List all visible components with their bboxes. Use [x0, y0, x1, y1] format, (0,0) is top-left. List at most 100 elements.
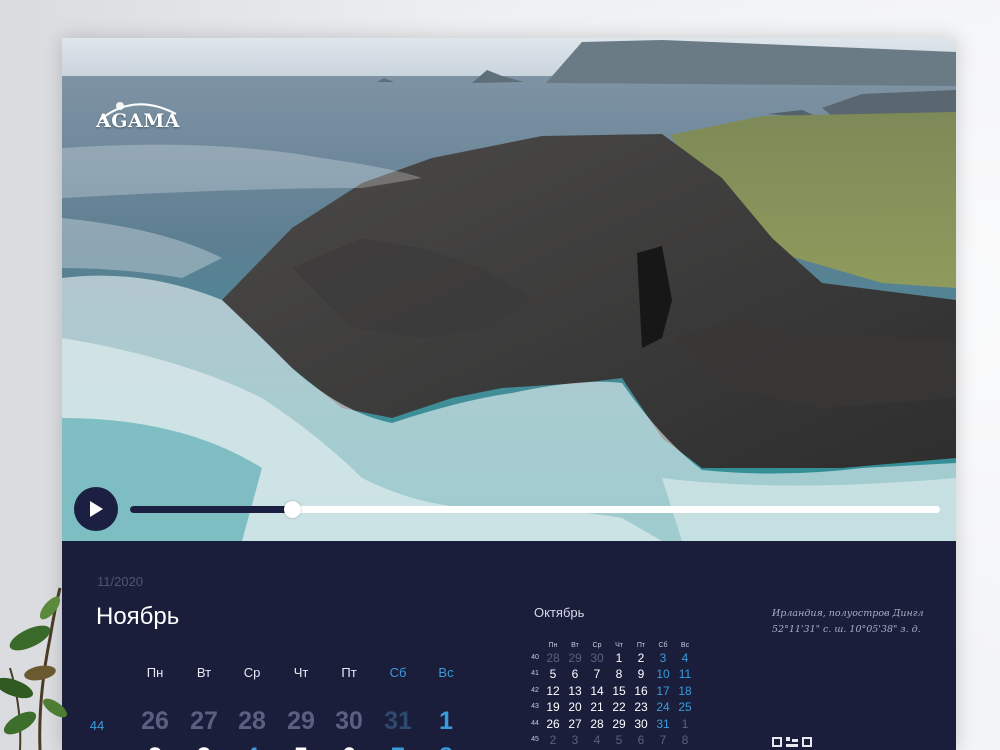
play-button[interactable]	[74, 487, 118, 531]
mini-weekday-label: Вс	[680, 642, 690, 649]
plant-decoration	[0, 587, 67, 750]
weekday-label: Вт	[196, 665, 212, 680]
mini-day-cell: 20	[568, 700, 582, 714]
mini-day-cell: 4	[593, 733, 601, 747]
mini-day-cell: 7	[593, 667, 601, 681]
mini-day-cell: 1	[615, 650, 623, 665]
mini-day-cell: 25	[678, 700, 692, 714]
mini-day-cell: 28	[546, 650, 560, 665]
mini-month-title: Октябрь	[534, 605, 585, 620]
mini-week-row: 43 19 20 21 22 23 24 25	[528, 700, 692, 717]
calendar-panel: 11/2020 Ноябрь Пн Вт Ср Чт Пт Сб Вс 44 26 27 28 29…	[62, 541, 956, 750]
mini-day-cell: 4	[681, 650, 689, 665]
mini-day-cell: 6	[571, 667, 579, 681]
mini-week-number: 43	[531, 703, 539, 710]
weekday-label: Пн	[146, 665, 164, 680]
mini-day-cell: 2	[637, 650, 645, 665]
progress-fill	[130, 506, 292, 513]
mini-weeks: 40 28 29 30 1 2 3 4 41 5 6 7 8 9 10 11 42 12 13 14 15 16 17 18 4…	[528, 650, 692, 750]
mini-weekday-label: Пт	[636, 642, 646, 649]
mini-day-cell: 26	[546, 716, 560, 731]
video-frame[interactable]: AGAMA	[62, 38, 956, 541]
mini-week-row: 44 26 27 28 29 30 31 1	[528, 716, 688, 734]
brand-logo: AGAMA	[96, 102, 180, 132]
weekday-label: Чт	[293, 665, 309, 680]
mini-day-cell: 13	[568, 683, 582, 698]
mini-day-cell: 30	[634, 716, 648, 731]
mini-day-cell: 23	[634, 700, 648, 714]
mini-week-number: 44	[531, 719, 539, 727]
mini-week-row: 45 2 3 4 5 6 7 8	[528, 733, 688, 750]
mini-day-cell: 29	[612, 716, 626, 731]
mini-day-cell: 14	[590, 683, 604, 698]
day-cell[interactable]: 3	[179, 743, 229, 750]
mini-week-row: 41 5 6 7 8 9 10 11	[528, 667, 691, 684]
mini-day-cell: 17	[656, 683, 670, 698]
day-cell[interactable]: 28	[227, 707, 277, 736]
mini-week-number: 45	[531, 736, 539, 743]
day-cell[interactable]: 6	[324, 743, 374, 750]
video-progress-bar[interactable]	[130, 501, 940, 518]
day-cell[interactable]: 8	[421, 743, 471, 750]
day-cell[interactable]: 30	[324, 707, 374, 736]
mini-day-cell: 11	[678, 667, 692, 681]
mini-week-number: 41	[531, 670, 539, 677]
mini-day-cell: 7	[659, 733, 667, 747]
mini-day-cell: 2	[549, 733, 557, 747]
mini-weekday-label: Чт	[615, 642, 623, 649]
mini-day-cell: 31	[656, 716, 670, 731]
mini-calendar-october: Октябрь Пн Вт Ср Чт Пт Сб Вс 40 28 29 30 1 2 3 4 41 5 6 7…	[528, 605, 692, 750]
mini-weekday-label: Сб	[658, 642, 668, 649]
weekday-label: Сб	[389, 665, 407, 680]
mini-day-cell: 3	[659, 650, 667, 665]
mini-weekday-label: Пн	[548, 642, 558, 649]
day-cell[interactable]: 2	[130, 743, 180, 750]
mini-day-cell: 1	[681, 716, 689, 731]
day-cell[interactable]: 26	[130, 707, 180, 736]
mini-day-cell: 8	[615, 667, 623, 681]
month-title: Ноябрь	[96, 603, 180, 630]
day-cell[interactable]: 5	[276, 743, 326, 750]
mini-day-cell: 21	[590, 700, 604, 714]
coastline-photo	[62, 38, 956, 541]
weekday-label: Вс	[438, 665, 454, 680]
mini-week-number: 40	[531, 653, 539, 661]
mini-day-cell: 16	[634, 683, 648, 698]
mini-day-cell: 28	[590, 716, 604, 731]
period-label: 11/2020	[97, 574, 144, 589]
mini-day-cell: 5	[549, 667, 557, 681]
photo-location: Ирландия, полуостров Дингл 52°11'31" с. …	[772, 606, 942, 638]
day-cell[interactable]: 31	[373, 707, 423, 736]
location-coordinates: 52°11'31" с. ш. 10°05'38" з. д.	[772, 624, 921, 635]
mini-day-cell: 30	[590, 650, 604, 665]
mini-weekday-header: Пн Вт Ср Чт Пт Сб Вс	[528, 620, 690, 649]
mini-day-cell: 3	[571, 733, 579, 747]
mini-day-cell: 15	[612, 683, 626, 698]
wall-calendar: AGAMA 11/2020 Ноябрь Пн Вт Ср Чт Пт Сб Вс 44 26…	[62, 38, 956, 750]
mini-day-cell: 19	[546, 700, 560, 714]
location-name: Ирландия, полуостров Дингл	[772, 608, 924, 619]
day-cell[interactable]: 1	[421, 707, 471, 736]
mini-day-cell: 6	[637, 733, 645, 747]
mini-day-cell: 27	[568, 716, 582, 731]
mini-week-row: 40 28 29 30 1 2 3 4	[528, 650, 688, 668]
logo-arc-icon	[99, 102, 177, 121]
day-cell[interactable]: 27	[179, 707, 229, 736]
mini-day-cell: 8	[681, 733, 689, 747]
mini-day-cell: 10	[656, 667, 670, 681]
mini-day-cell: 5	[615, 733, 623, 747]
mini-day-cell: 24	[656, 700, 670, 714]
mini-day-cell: 22	[612, 700, 626, 714]
progress-handle[interactable]	[284, 501, 301, 518]
day-cell[interactable]: 7	[373, 743, 423, 750]
mini-day-cell: 18	[678, 683, 692, 698]
mini-week-row: 42 12 13 14 15 16 17 18	[528, 683, 692, 701]
day-cell[interactable]: 29	[276, 707, 326, 736]
weekday-label: Ср	[243, 665, 261, 680]
day-cell[interactable]: 4	[227, 743, 277, 750]
mini-day-cell: 12	[546, 683, 560, 698]
weekday-label: Пт	[341, 665, 357, 680]
mini-day-cell: 9	[637, 667, 645, 681]
week-number: 44	[89, 718, 105, 733]
mini-weekday-label: Вт	[571, 642, 579, 649]
